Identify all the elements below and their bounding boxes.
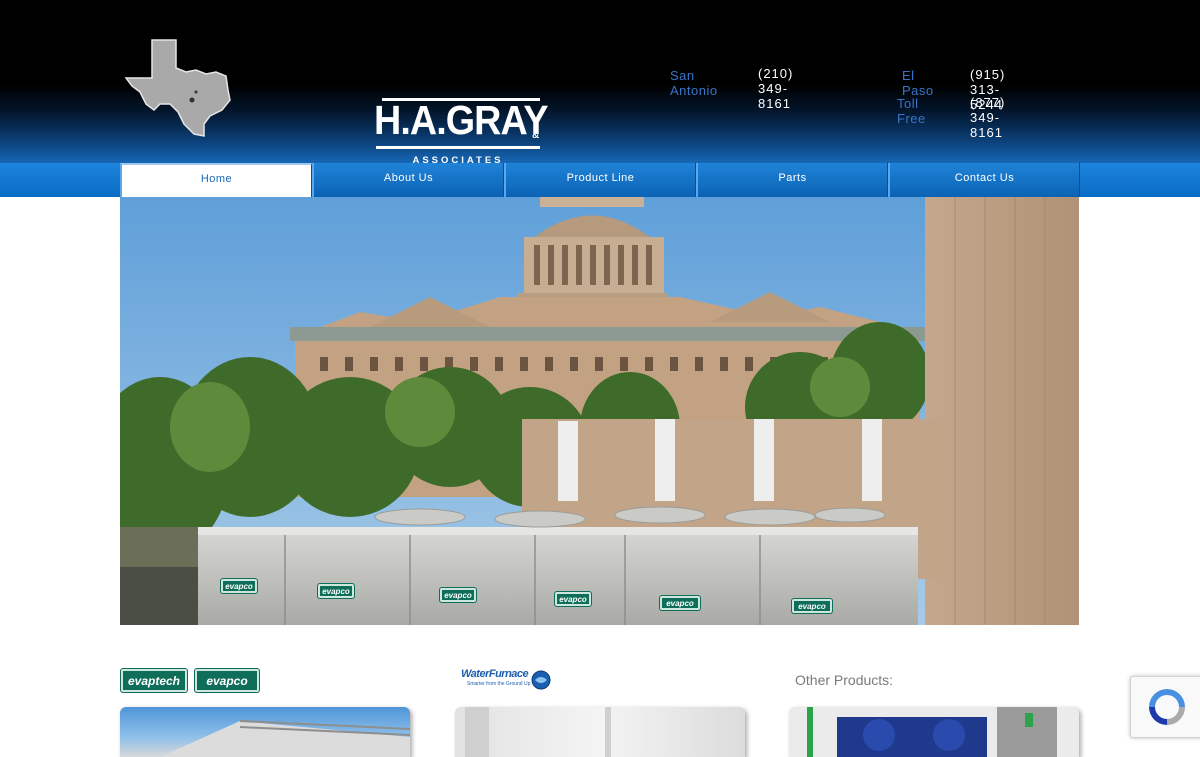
logo-wordmark: H.A.GRAY & ASSOCIATES [374,98,549,173]
contact-label-san-antonio: San Antonio [670,68,718,98]
nav-item-about-us[interactable]: About Us [312,163,504,197]
nav-item-home[interactable]: Home [120,163,312,197]
capitol-cooling-towers-photo [120,197,1079,625]
texas-map-icon [124,39,231,137]
evapco-unit-badge: evapco [318,584,354,598]
nav-item-parts[interactable]: Parts [696,163,888,197]
evapco-unit-badge: evapco [555,592,591,606]
recaptcha-badge[interactable] [1130,676,1200,738]
logo-ampersand: & [532,130,540,141]
evapco-unit-badge: evapco [440,588,476,602]
recaptcha-icon [1149,689,1185,725]
contact-phone-toll-free[interactable]: (877) 349-8161 [970,95,1005,140]
logo-middle-rule [376,146,540,149]
evapco-unit-badge: evapco [792,599,832,613]
evapco-unit-badge: evapco [660,596,700,610]
logo-main-text: H.A.GRAY [374,97,549,143]
hero-image: evapco evapco evapco evapco evapco evapc… [120,197,1079,625]
contact-phone-san-antonio[interactable]: (210) 349-8161 [758,66,793,111]
nav-item-product-line[interactable]: Product Line [504,163,696,197]
waterfurnace-tagline: Smarter from the Ground Up [467,681,531,687]
site-header: H.A.GRAY & ASSOCIATES San Antonio (210) … [0,0,1200,173]
nav-bar: Home About Us Product Line Parts Contact… [120,163,1080,197]
evaptech-logo[interactable]: evaptech [121,669,187,692]
site-logo[interactable]: H.A.GRAY & ASSOCIATES [124,38,549,173]
nav-item-contact-us[interactable]: Contact Us [888,163,1080,197]
waterfurnace-logo[interactable]: WaterFurnace Smarter from the Ground Up [461,668,553,692]
other-products-title: Other Products: [795,672,894,688]
contact-label-toll-free: Toll Free [897,96,926,126]
contact-label-el-paso: El Paso [902,68,934,98]
waterfurnace-wordmark: WaterFurnace [461,668,529,680]
evapco-unit-badge: evapco [221,579,257,593]
evapco-logo[interactable]: evapco [195,669,259,692]
globe-icon [531,670,551,690]
main-nav: Home About Us Product Line Parts Contact… [0,163,1200,197]
